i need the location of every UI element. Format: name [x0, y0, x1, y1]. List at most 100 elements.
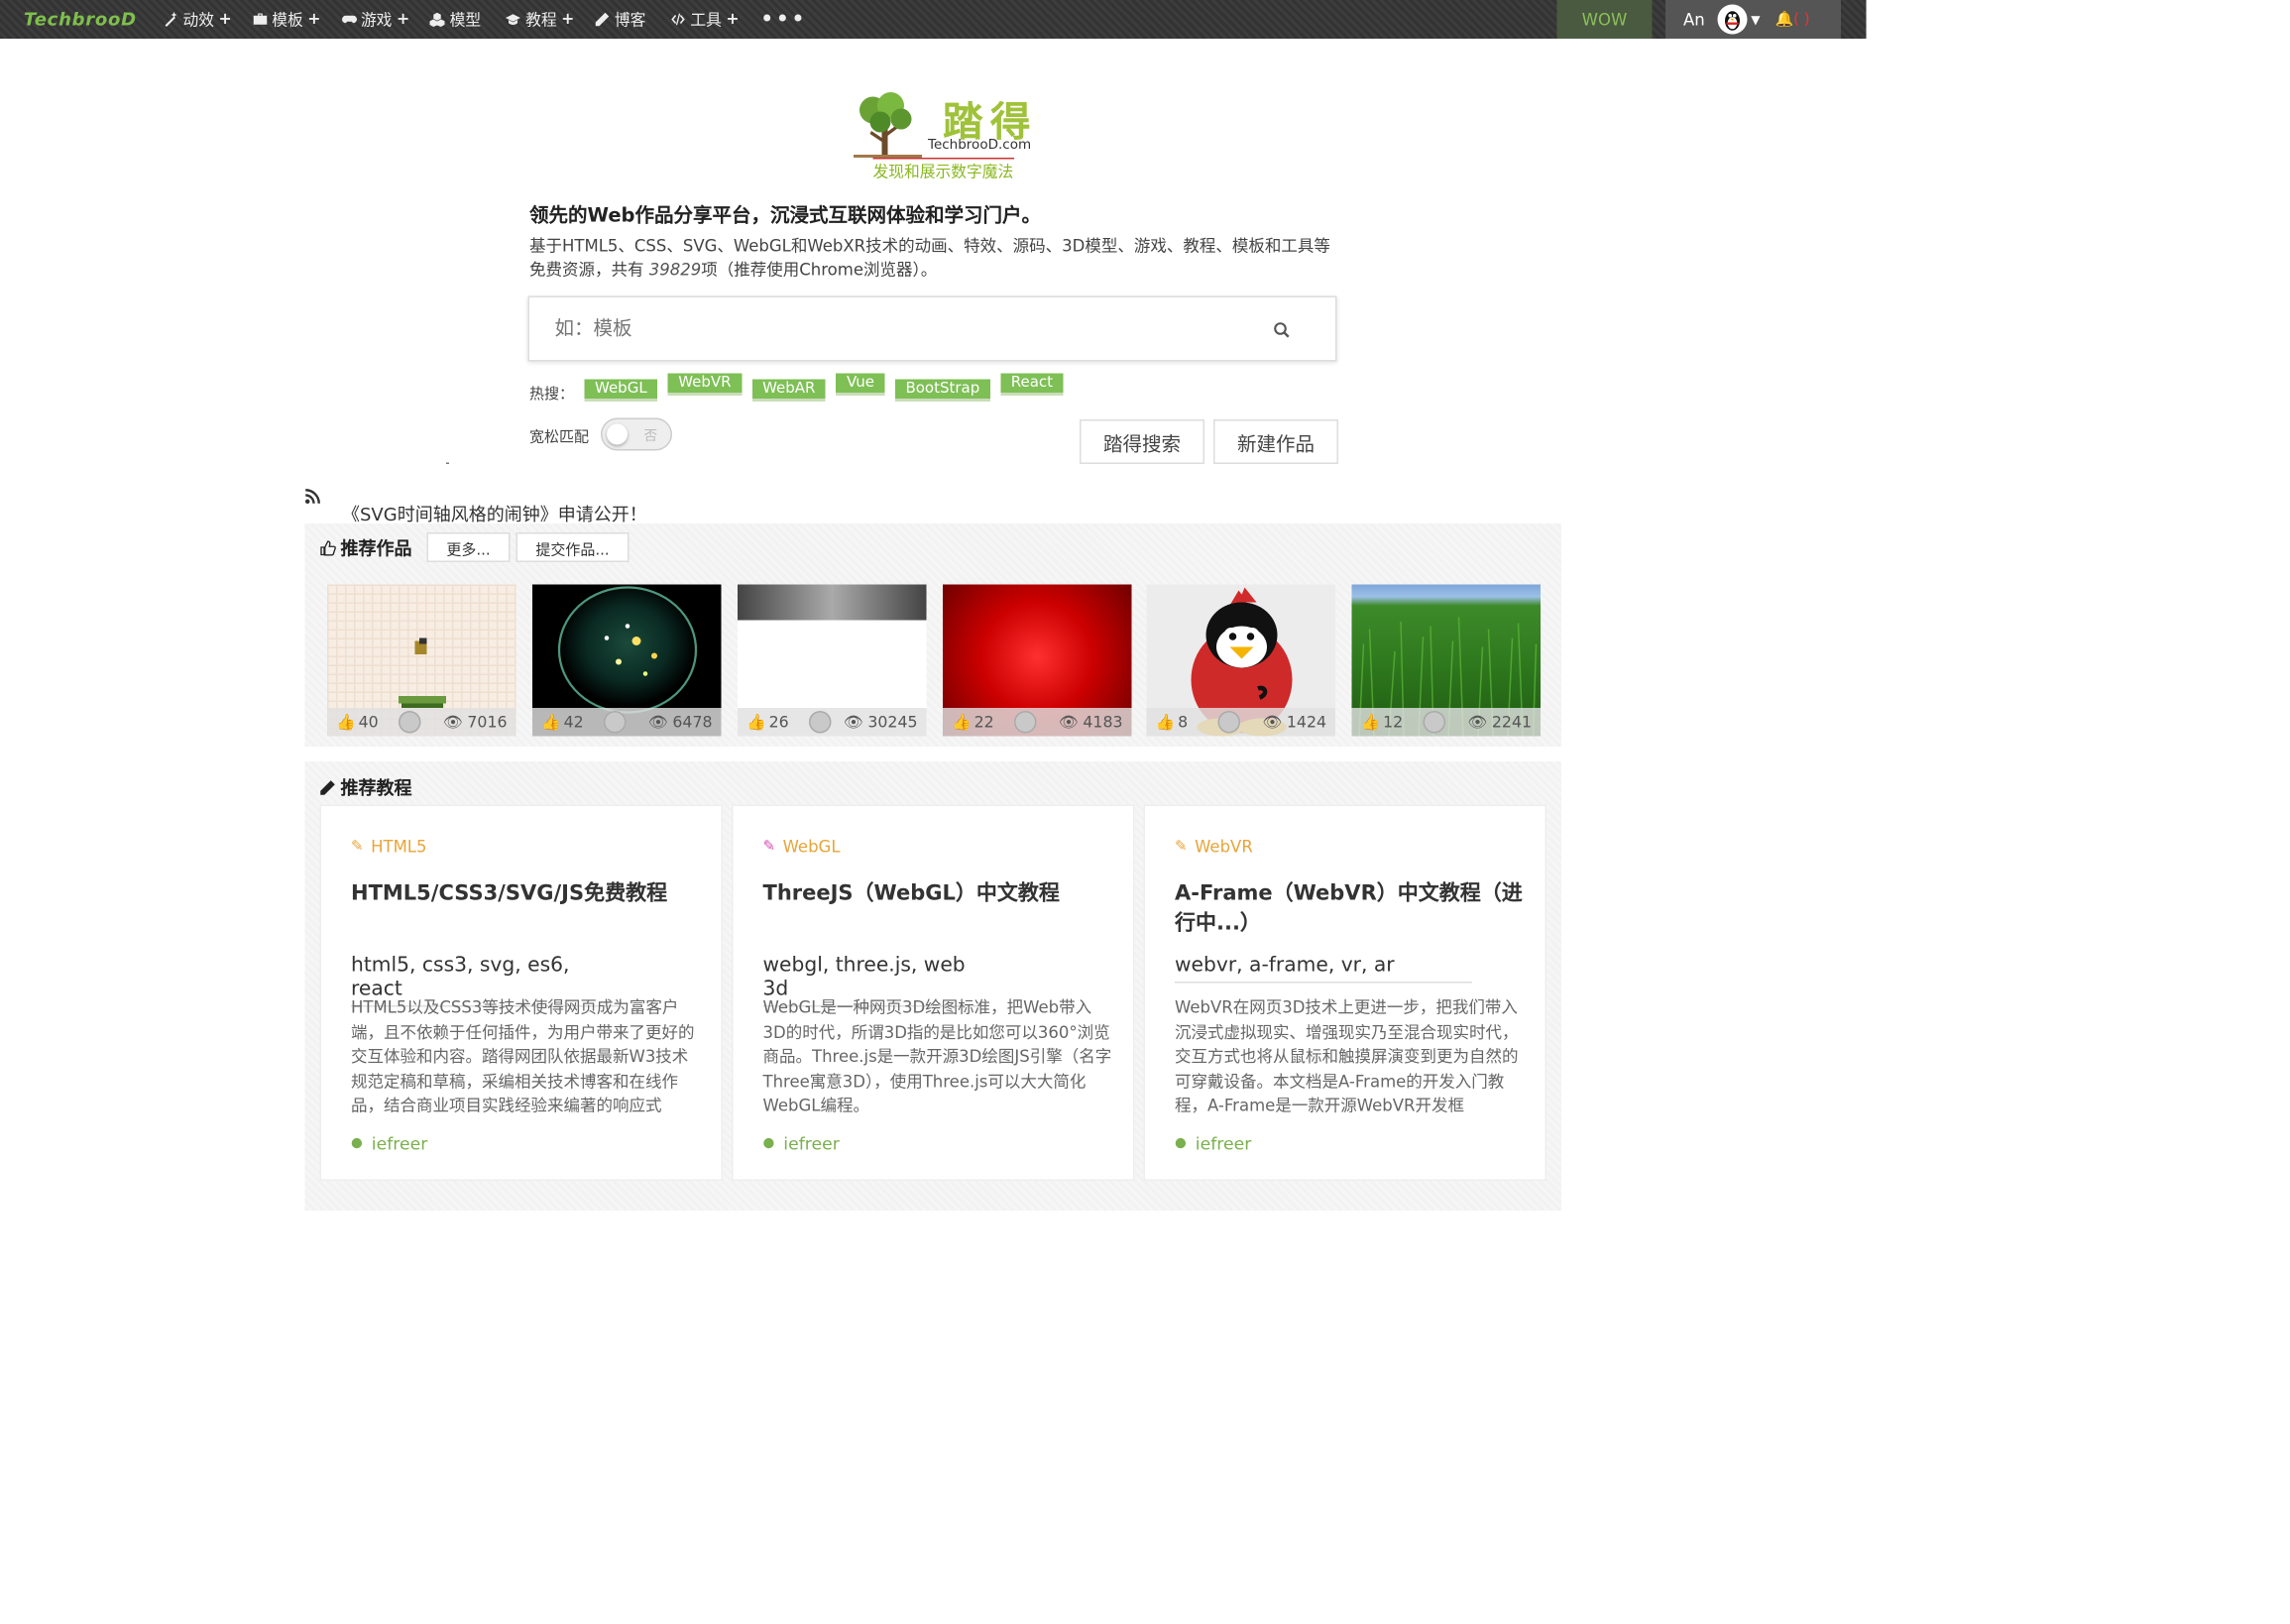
fire-icon: ✎	[351, 839, 364, 856]
likes: 👍 26	[746, 713, 789, 732]
author-avatar[interactable]	[1423, 711, 1445, 734]
work-stats: 👍 40 👁 7016	[327, 708, 516, 737]
gamepad-icon	[341, 15, 357, 24]
nav-label: 工具	[690, 11, 722, 30]
author-avatar[interactable]	[1217, 711, 1240, 734]
tutorial-title[interactable]: A-Frame（WebVR）中文教程（进行中...）	[1175, 879, 1532, 939]
tutorial-title[interactable]: ThreeJS（WebGL）中文教程	[763, 879, 1120, 909]
nav-item-blog[interactable]: 博客	[595, 8, 650, 31]
hot-tag[interactable]: BootStrap	[894, 379, 990, 399]
site-logo[interactable]: TechbrooD	[24, 9, 143, 30]
cubes-icon	[430, 12, 446, 27]
resource-count: 39829	[648, 260, 702, 281]
work-stats: 👍 12 👁 2241	[1351, 708, 1541, 737]
recommended-tutorials-header: 推荐教程	[320, 775, 412, 801]
eye-icon: 👁	[843, 714, 863, 732]
search-icon[interactable]	[1273, 321, 1291, 339]
notifications-button[interactable]: 🔔( )	[1775, 11, 1809, 28]
likes: 👍 22	[952, 713, 994, 732]
views: 👁 2241	[1467, 713, 1532, 732]
thumbs-up-icon: 👍	[952, 714, 972, 732]
more-works-button[interactable]: 更多...	[426, 532, 511, 562]
tutorial-author[interactable]: ● iefreer	[351, 1133, 427, 1154]
briefcase-icon	[253, 13, 267, 25]
tutorial-card[interactable]: ✎ HTML5 HTML5/CSS3/SVG/JS免费教程 html5, css3…	[319, 804, 723, 1181]
new-work-button[interactable]: 新建作品	[1213, 419, 1338, 464]
loose-match-toggle[interactable]: 否	[601, 417, 672, 451]
likes: 👍 42	[541, 713, 584, 732]
search-input[interactable]	[554, 317, 1254, 340]
toggle-knob	[607, 423, 628, 445]
eye-icon: 👁	[1262, 714, 1283, 732]
hot-tag[interactable]: WebVR	[667, 373, 743, 393]
divider	[446, 462, 449, 464]
magic-wand-icon	[165, 12, 177, 27]
work-card[interactable]: 👍 22 👁 4183	[943, 584, 1132, 737]
tutorial-keywords: webvr, a-frame, vr, ar	[1175, 954, 1472, 984]
tutorial-card[interactable]: ✎ WebGL ThreeJS（WebGL）中文教程 webgl, three.j…	[732, 804, 1135, 1181]
tutorial-category[interactable]: ✎ WebVR	[1175, 838, 1253, 858]
nav-item-tools[interactable]: 工具 +	[671, 8, 740, 31]
submit-work-button[interactable]: 提交作品...	[515, 532, 630, 562]
thumbs-up-icon: 👍	[541, 714, 561, 732]
hot-tag[interactable]: WebGL	[584, 379, 658, 399]
penguin-avatar-icon	[1724, 11, 1740, 31]
views: 👁 7016	[442, 713, 508, 732]
section-title: 推荐教程	[340, 777, 412, 799]
tutorial-category[interactable]: ✎ WebGL	[763, 838, 841, 858]
hot-tag[interactable]: Vue	[836, 373, 885, 393]
tutorial-title[interactable]: HTML5/CSS3/SVG/JS免费教程	[351, 879, 708, 909]
thumbs-up-icon: 👍	[336, 714, 356, 732]
user-avatar[interactable]	[1716, 4, 1747, 35]
hot-tag[interactable]: React	[1000, 373, 1064, 393]
notification-count: ( )	[1793, 11, 1810, 28]
page-description: 基于HTML5、CSS、SVG、WebGL和WebXR技术的动画、特效、源码、3…	[529, 236, 1330, 281]
nav-item-templates[interactable]: 模板 +	[253, 8, 320, 31]
loose-match: 宽松匹配 否	[529, 417, 672, 451]
tutorial-category[interactable]: ✎ HTML5	[351, 838, 427, 858]
work-card[interactable]: 👍 26 👁 30245	[738, 584, 927, 737]
tutorial-card[interactable]: ✎ WebVR A-Frame（WebVR）中文教程（进行中...） webvr,…	[1143, 804, 1546, 1181]
tutorial-summary: WebGL是一种网页3D绘图标准，把Web带入3D的时代，所谓3D指的是比如您可…	[762, 997, 1112, 1116]
brand-domain: TechbrooD.com	[928, 138, 1032, 154]
work-stats: 👍 42 👁 6478	[532, 708, 722, 737]
user-menu[interactable]: An ▼ 🔔( )	[1665, 0, 1841, 39]
nav-item-models[interactable]: 模型	[430, 8, 486, 31]
wow-button[interactable]: WOW	[1556, 0, 1653, 39]
recommended-works-header: 推荐作品	[320, 535, 412, 561]
more-menu-button[interactable]: •••	[760, 7, 807, 31]
nav-item-effects[interactable]: 动效 +	[164, 8, 232, 31]
work-card[interactable]: 👍 40 👁 7016	[327, 584, 516, 737]
author-avatar[interactable]	[399, 711, 421, 734]
loose-match-label: 宽松匹配	[529, 428, 589, 446]
author-avatar[interactable]	[809, 711, 832, 734]
author-avatar[interactable]	[604, 711, 627, 734]
work-card[interactable]: 👍 12 👁 2241	[1351, 584, 1541, 737]
tutorial-author[interactable]: ● iefreer	[1175, 1133, 1251, 1154]
likes: 👍 40	[336, 713, 379, 732]
search-button[interactable]: 踏得搜索	[1080, 419, 1204, 464]
thumbs-up-icon	[320, 540, 336, 556]
brand-slogan: 发现和展示数字魔法	[872, 158, 1014, 183]
views: 👁 1424	[1262, 713, 1326, 732]
tree-logo-icon	[854, 92, 922, 158]
eye-icon: 👁	[1058, 714, 1079, 732]
hot-tag[interactable]: WebAR	[751, 379, 826, 399]
tutorial-author[interactable]: ● iefreer	[763, 1133, 840, 1154]
work-stats: 👍 26 👁 30245	[738, 708, 927, 737]
username: An	[1683, 9, 1705, 30]
views: 👁 30245	[843, 713, 918, 732]
work-stats: 👍 8 👁 1424	[1146, 708, 1335, 737]
work-card[interactable]: 👍 42 👁 6478	[532, 584, 722, 737]
hot-searches: 热搜： WebGL WebVR WebAR Vue BootStrap Reac…	[529, 373, 1074, 404]
chevron-down-icon[interactable]: ▼	[1751, 13, 1760, 27]
work-card[interactable]: 👍 8 👁 1424	[1146, 584, 1335, 737]
nav-item-tutorials[interactable]: 教程 +	[506, 8, 574, 31]
rss-icon[interactable]	[304, 488, 322, 505]
views: 👁 6478	[647, 713, 713, 732]
hot-label: 热搜：	[529, 387, 574, 404]
nav-item-games[interactable]: 游戏 +	[341, 8, 409, 31]
search-box	[527, 295, 1337, 362]
author-avatar[interactable]	[1014, 711, 1037, 734]
brand-logo[interactable]: 踏得 TechbrooD.com 发现和展示数字魔法	[851, 89, 1052, 181]
